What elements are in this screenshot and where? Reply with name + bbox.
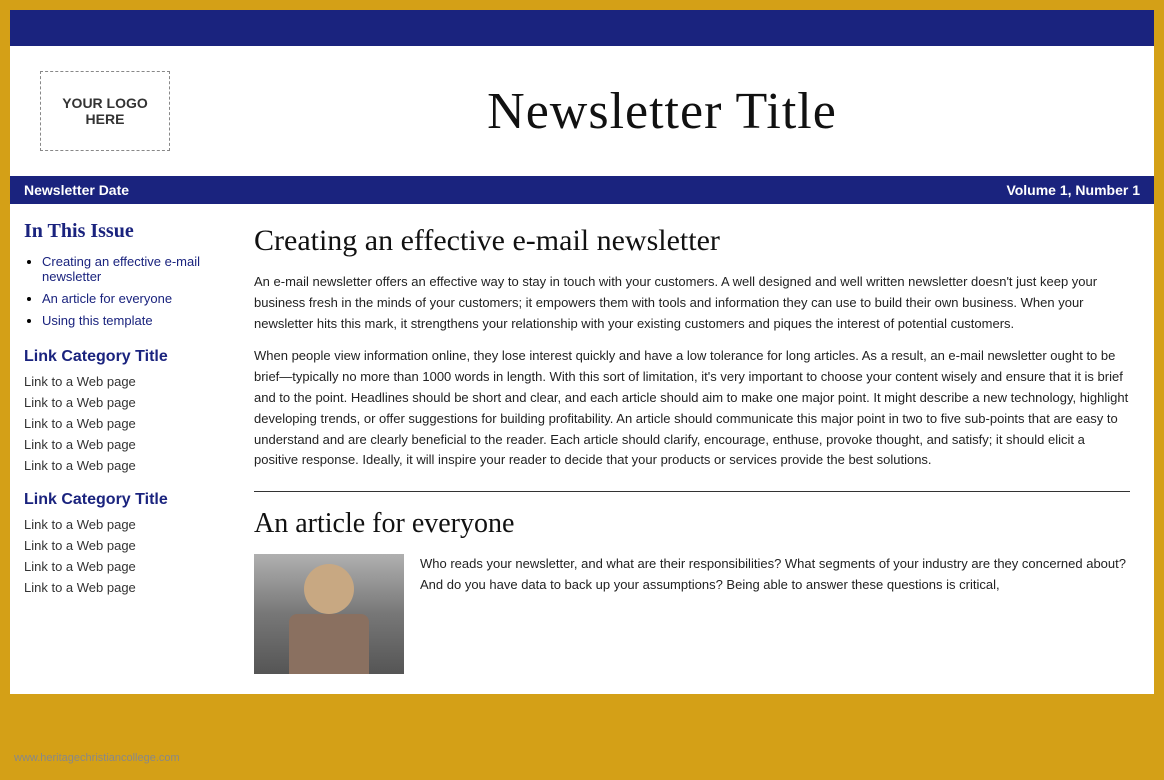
newsletter-title: Newsletter Title: [200, 82, 1124, 141]
article-divider: [254, 491, 1130, 492]
link-item[interactable]: Link to a Web page: [24, 559, 216, 574]
link-item[interactable]: Link to a Web page: [24, 437, 216, 452]
content-area: In This Issue Creating an effective e-ma…: [10, 204, 1154, 694]
main-content: Creating an effective e-mail newsletter …: [230, 204, 1154, 694]
link-item[interactable]: Link to a Web page: [24, 458, 216, 473]
logo-line2: HERE: [86, 111, 125, 127]
list-item[interactable]: Using this template: [42, 312, 216, 328]
article-2-content: Who reads your newsletter, and what are …: [254, 554, 1130, 674]
link-group-1: Link to a Web page Link to a Web page Li…: [24, 374, 216, 473]
person-head: [304, 564, 354, 614]
person-body: [289, 614, 369, 674]
volume-label: Volume 1, Number 1: [1006, 182, 1140, 198]
article-2-body: Who reads your newsletter, and what are …: [420, 554, 1130, 674]
toc-link-3[interactable]: Using this template: [42, 313, 216, 328]
article-1-para-2: When people view information online, the…: [254, 346, 1130, 471]
header: YOUR LOGO HERE Newsletter Title: [10, 46, 1154, 176]
toc-link-2[interactable]: An article for everyone: [42, 291, 216, 306]
link-category-2-title: Link Category Title: [24, 491, 216, 509]
link-item[interactable]: Link to a Web page: [24, 517, 216, 532]
watermark: www.heritagechristiancollege.com: [14, 752, 180, 764]
article-1-title: Creating an effective e-mail newsletter: [254, 224, 1130, 258]
link-item[interactable]: Link to a Web page: [24, 374, 216, 389]
article-2-title: An article for everyone: [254, 508, 1130, 540]
toc-link-1[interactable]: Creating an effective e-mail newsletter: [42, 254, 216, 284]
logo-line1: YOUR LOGO: [62, 95, 148, 111]
date-bar: Newsletter Date Volume 1, Number 1: [10, 176, 1154, 204]
newsletter-date-label: Newsletter Date: [24, 182, 129, 198]
list-item[interactable]: An article for everyone: [42, 290, 216, 306]
link-group-2: Link to a Web page Link to a Web page Li…: [24, 517, 216, 595]
list-item[interactable]: Creating an effective e-mail newsletter: [42, 253, 216, 284]
sidebar: In This Issue Creating an effective e-ma…: [10, 204, 230, 694]
person-image: [254, 554, 404, 674]
link-item[interactable]: Link to a Web page: [24, 538, 216, 553]
in-this-issue-title: In This Issue: [24, 220, 216, 243]
link-item[interactable]: Link to a Web page: [24, 580, 216, 595]
logo-placeholder: YOUR LOGO HERE: [40, 71, 170, 151]
link-item[interactable]: Link to a Web page: [24, 395, 216, 410]
article-1-para-1: An e-mail newsletter offers an effective…: [254, 272, 1130, 334]
top-bar: [10, 10, 1154, 46]
outer-container: YOUR LOGO HERE Newsletter Title Newslett…: [8, 8, 1156, 696]
article-image: [254, 554, 404, 674]
link-category-1-title: Link Category Title: [24, 348, 216, 366]
toc-list: Creating an effective e-mail newsletter …: [24, 253, 216, 328]
link-item[interactable]: Link to a Web page: [24, 416, 216, 431]
